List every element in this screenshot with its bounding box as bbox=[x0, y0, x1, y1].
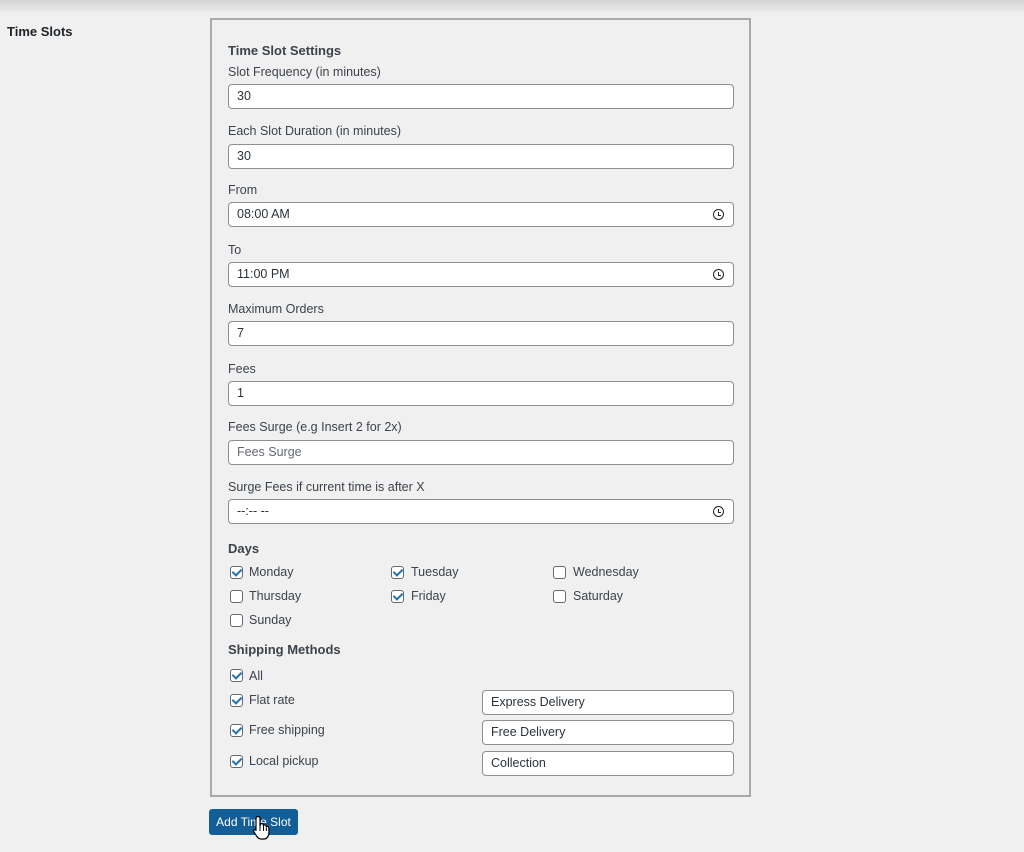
sunday-checkbox[interactable] bbox=[230, 614, 243, 627]
slot-frequency-label: Slot Frequency (in minutes) bbox=[228, 65, 381, 79]
free-shipping-label: Free shipping bbox=[249, 723, 325, 737]
sunday-label: Sunday bbox=[249, 613, 292, 627]
thursday-checkbox[interactable] bbox=[230, 590, 243, 603]
section-label-time-slots: Time Slots bbox=[7, 24, 73, 39]
saturday-checkbox[interactable] bbox=[553, 590, 566, 603]
saturday-label: Saturday bbox=[573, 589, 624, 603]
to-time-input[interactable]: 11:00 PM bbox=[228, 262, 734, 287]
slot-duration-input[interactable]: 30 bbox=[228, 144, 734, 169]
shipping-methods-heading: Shipping Methods bbox=[228, 642, 341, 657]
from-time-input[interactable]: 08:00 AM bbox=[228, 202, 734, 227]
admin-bar-shadow bbox=[0, 0, 1024, 14]
friday-checkbox[interactable] bbox=[391, 590, 404, 603]
thursday-label: Thursday bbox=[249, 589, 302, 603]
days-heading: Days bbox=[228, 541, 260, 556]
shipping-all-label: All bbox=[249, 669, 263, 683]
slot-duration-label: Each Slot Duration (in minutes) bbox=[228, 124, 401, 138]
to-label: To bbox=[228, 243, 242, 257]
tuesday-label: Tuesday bbox=[411, 565, 459, 579]
flat-rate-label: Flat rate bbox=[249, 693, 295, 707]
max-orders-input[interactable]: 7 bbox=[228, 321, 734, 346]
monday-checkbox[interactable] bbox=[230, 566, 243, 579]
from-label: From bbox=[228, 183, 258, 197]
max-orders-label: Maximum Orders bbox=[228, 302, 324, 316]
free-shipping-checkbox[interactable] bbox=[230, 724, 243, 737]
wednesday-checkbox[interactable] bbox=[553, 566, 566, 579]
surge-after-label: Surge Fees if current time is after X bbox=[228, 480, 425, 494]
local-pickup-checkbox[interactable] bbox=[230, 755, 243, 768]
fees-label: Fees bbox=[228, 362, 256, 376]
clock-icon[interactable] bbox=[713, 506, 724, 517]
fees-input[interactable]: 1 bbox=[228, 381, 734, 406]
tuesday-checkbox[interactable] bbox=[391, 566, 404, 579]
wednesday-label: Wednesday bbox=[573, 565, 639, 579]
slot-frequency-input[interactable]: 30 bbox=[228, 84, 734, 109]
to-time-value: 11:00 PM bbox=[237, 267, 290, 281]
local-pickup-label: Local pickup bbox=[249, 754, 319, 768]
hand-cursor-icon bbox=[253, 815, 270, 840]
fees-surge-label: Fees Surge (e.g Insert 2 for 2x) bbox=[228, 420, 402, 434]
clock-icon[interactable] bbox=[713, 269, 724, 280]
surge-after-time-input[interactable]: --:-- -- bbox=[228, 499, 734, 524]
free-shipping-display-name-input[interactable]: Free Delivery bbox=[482, 720, 734, 745]
shipping-all-checkbox[interactable] bbox=[230, 669, 243, 682]
fees-surge-input[interactable]: Fees Surge bbox=[228, 440, 734, 465]
local-pickup-display-name-input[interactable]: Collection bbox=[482, 751, 734, 776]
from-time-value: 08:00 AM bbox=[237, 207, 290, 221]
friday-label: Friday bbox=[411, 589, 446, 603]
flat-rate-checkbox[interactable] bbox=[230, 694, 243, 707]
surge-after-time-value: --:-- -- bbox=[237, 504, 269, 518]
settings-heading: Time Slot Settings bbox=[228, 43, 342, 58]
monday-label: Monday bbox=[249, 565, 294, 579]
flat-rate-display-name-input[interactable]: Express Delivery bbox=[482, 690, 734, 715]
clock-icon[interactable] bbox=[713, 209, 724, 220]
